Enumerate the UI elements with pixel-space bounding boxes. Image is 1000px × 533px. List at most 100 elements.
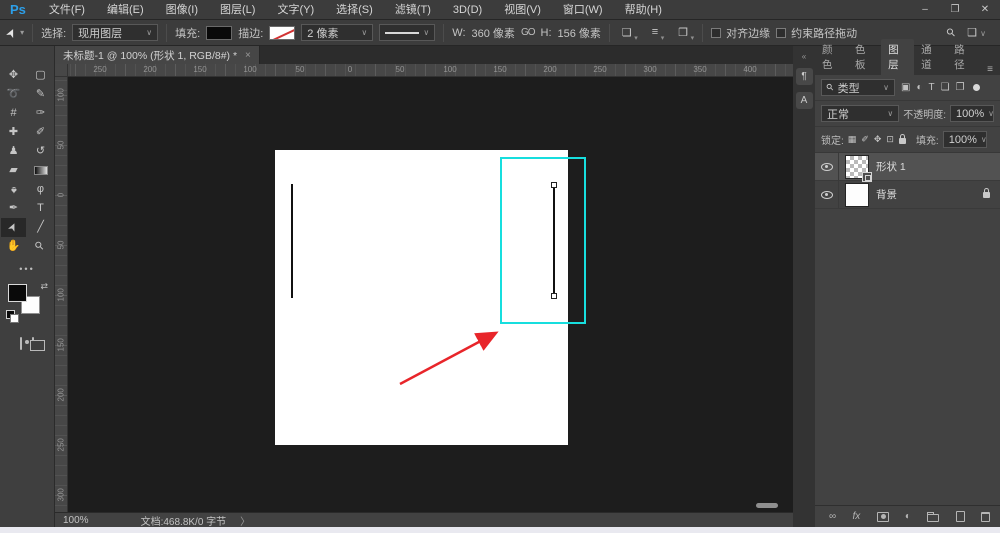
hand-tool[interactable]: ✋	[1, 237, 26, 256]
menu-item[interactable]: 滤镜(T)	[384, 0, 442, 20]
zoom-level[interactable]: 100%	[63, 515, 89, 526]
filter-type-layers-icon[interactable]: T	[929, 82, 935, 93]
layer-row-background[interactable]: 背景	[815, 180, 1000, 209]
horizontal-scrollbar-handle[interactable]	[756, 503, 778, 508]
layer-name[interactable]: 背景	[876, 187, 897, 202]
menu-item[interactable]: 文字(Y)	[266, 0, 325, 20]
layer-thumbnail[interactable]	[845, 154, 872, 182]
new-layer-button[interactable]	[955, 511, 965, 522]
path-arrange-button[interactable]: ❐ ▾	[674, 24, 694, 42]
foreground-color-swatch[interactable]	[8, 284, 27, 302]
layer-name[interactable]: 形状 1	[876, 159, 906, 174]
fill-swatch[interactable]	[206, 25, 233, 40]
select-mode-dropdown[interactable]: 现用图层 ∨	[72, 24, 159, 41]
menu-item[interactable]: 视图(V)	[493, 0, 552, 20]
filter-adjustment-layers-icon[interactable]: ◐	[916, 82, 922, 93]
tab-swatches[interactable]: 色板	[848, 39, 881, 75]
stroke-swatch[interactable]	[269, 25, 296, 40]
menu-item[interactable]: 编辑(E)	[96, 0, 155, 20]
quick-mask-button[interactable]	[20, 337, 22, 350]
dodge-tool[interactable]: φ	[28, 180, 53, 199]
workspace-switcher-icon[interactable]: ❑ ∨	[967, 26, 986, 39]
lock-image-pixels-icon[interactable]: ✐	[861, 134, 869, 145]
menu-item[interactable]: 选择(S)	[325, 0, 384, 20]
menu-item[interactable]: 图层(L)	[209, 0, 266, 20]
path-alignment-button[interactable]: ≡ ▾	[648, 24, 664, 42]
filter-smart-objects-icon[interactable]: ❐	[956, 82, 965, 93]
filter-shape-layers-icon[interactable]: ❏	[941, 82, 950, 93]
edit-toolbar-button[interactable]: •••	[0, 264, 54, 274]
filter-pixel-layers-icon[interactable]: ▣	[901, 82, 910, 93]
crop-tool[interactable]: #	[1, 104, 26, 123]
eraser-tool[interactable]: ▰	[1, 161, 26, 180]
quick-selection-tool[interactable]: ✎	[28, 85, 53, 104]
path-operations-button[interactable]: ❏ ▾	[618, 24, 638, 42]
visibility-toggle[interactable]	[815, 152, 839, 181]
close-button[interactable]: ✕	[970, 0, 1000, 20]
screen-mode-button[interactable]	[32, 337, 34, 350]
link-dimensions-icon[interactable]: GO	[521, 27, 536, 38]
visibility-toggle[interactable]	[815, 180, 839, 209]
width-value[interactable]: 360 像素	[472, 25, 515, 41]
minimize-button[interactable]: –	[910, 0, 940, 20]
tab-color[interactable]: 颜色	[815, 39, 848, 75]
search-icon[interactable]: ⚲	[944, 25, 958, 40]
align-edges-checkbox[interactable]: 对齐边缘	[711, 25, 770, 41]
lock-artboard-icon[interactable]: ⊡	[886, 134, 894, 145]
eyedropper-tool[interactable]: ✑	[28, 104, 53, 123]
menu-item[interactable]: 文件(F)	[38, 0, 96, 20]
tab-paths[interactable]: 路径	[947, 39, 980, 75]
lasso-tool[interactable]: ➰	[1, 85, 26, 104]
menu-item[interactable]: 帮助(H)	[614, 0, 673, 20]
gradient-tool[interactable]	[28, 161, 53, 180]
new-adjustment-layer-button[interactable]: ◐	[905, 511, 911, 522]
pen-tool[interactable]: ✒	[1, 199, 26, 218]
stroke-type-dropdown[interactable]: ∨	[379, 24, 436, 41]
tab-channels[interactable]: 通道	[914, 39, 947, 75]
link-layers-button[interactable]: ∞	[829, 511, 836, 522]
tool-preset-caret-icon[interactable]: ▾	[20, 28, 24, 37]
menu-item[interactable]: 3D(D)	[442, 0, 493, 20]
collapse-dock-icon[interactable]: «	[802, 52, 806, 61]
tab-close-icon[interactable]: ×	[245, 50, 251, 61]
path-selection-tool[interactable]: ➤	[1, 218, 26, 237]
clone-stamp-tool[interactable]: ♟	[1, 142, 26, 161]
lock-position-icon[interactable]: ✥	[874, 134, 882, 145]
layer-row-shape1[interactable]: 形状 1	[815, 152, 1000, 182]
tab-layers[interactable]: 图层	[881, 39, 915, 75]
layer-filter-dropdown[interactable]: ⚲ 类型 ∨	[821, 79, 895, 96]
swap-colors-icon[interactable]: ⇄	[40, 281, 48, 292]
paragraph-panel-icon[interactable]: ¶	[795, 68, 813, 85]
add-layer-mask-button[interactable]	[876, 511, 889, 522]
type-tool[interactable]: T	[28, 199, 53, 218]
panel-menu-icon[interactable]: ≡	[980, 64, 1000, 75]
line-tool[interactable]: ╱	[28, 218, 53, 237]
history-brush-tool[interactable]: ↺	[28, 142, 53, 161]
layer-filter-toggle[interactable]	[972, 84, 980, 91]
document-tab[interactable]: 未标题-1 @ 100% (形状 1, RGB/8#) * ×	[55, 46, 260, 64]
layer-thumbnail[interactable]	[845, 182, 869, 207]
blend-mode-dropdown[interactable]: 正常 ∨	[821, 105, 900, 122]
height-value[interactable]: 156 像素	[558, 25, 601, 41]
blur-tool[interactable]: ♠	[1, 180, 26, 199]
character-panel-icon[interactable]: A	[795, 92, 813, 109]
move-tool[interactable]: ✥	[1, 66, 26, 85]
lock-all-icon[interactable]	[898, 134, 906, 144]
ruler-origin-corner[interactable]	[55, 64, 68, 77]
marquee-tool[interactable]: ▢	[28, 66, 53, 85]
stroke-width-dropdown[interactable]: 2 像素 ∨	[301, 24, 374, 41]
vertical-ruler[interactable]: 100 50 0 50 100 150 200 250 300	[55, 77, 68, 512]
new-group-button[interactable]	[927, 511, 940, 522]
menu-item[interactable]: 窗口(W)	[552, 0, 614, 20]
layer-style-button[interactable]: fx	[852, 511, 860, 522]
status-flyout-arrow[interactable]: 〉	[240, 513, 250, 528]
zoom-tool[interactable]: ⚲	[28, 237, 53, 256]
opacity-dropdown[interactable]: 100% ∨	[950, 105, 994, 122]
lock-transparent-pixels-icon[interactable]: ▦	[848, 134, 857, 145]
healing-brush-tool[interactable]: ✚	[1, 123, 26, 142]
horizontal-ruler[interactable]: 250 200 150 100 50 0 50 100 150 200 250 300 350 400 45…	[68, 64, 793, 77]
brush-tool[interactable]: ✐	[28, 123, 53, 142]
menu-item[interactable]: 图像(I)	[155, 0, 209, 20]
restore-button[interactable]: ❐	[940, 0, 970, 20]
default-colors-icon[interactable]	[6, 310, 19, 323]
